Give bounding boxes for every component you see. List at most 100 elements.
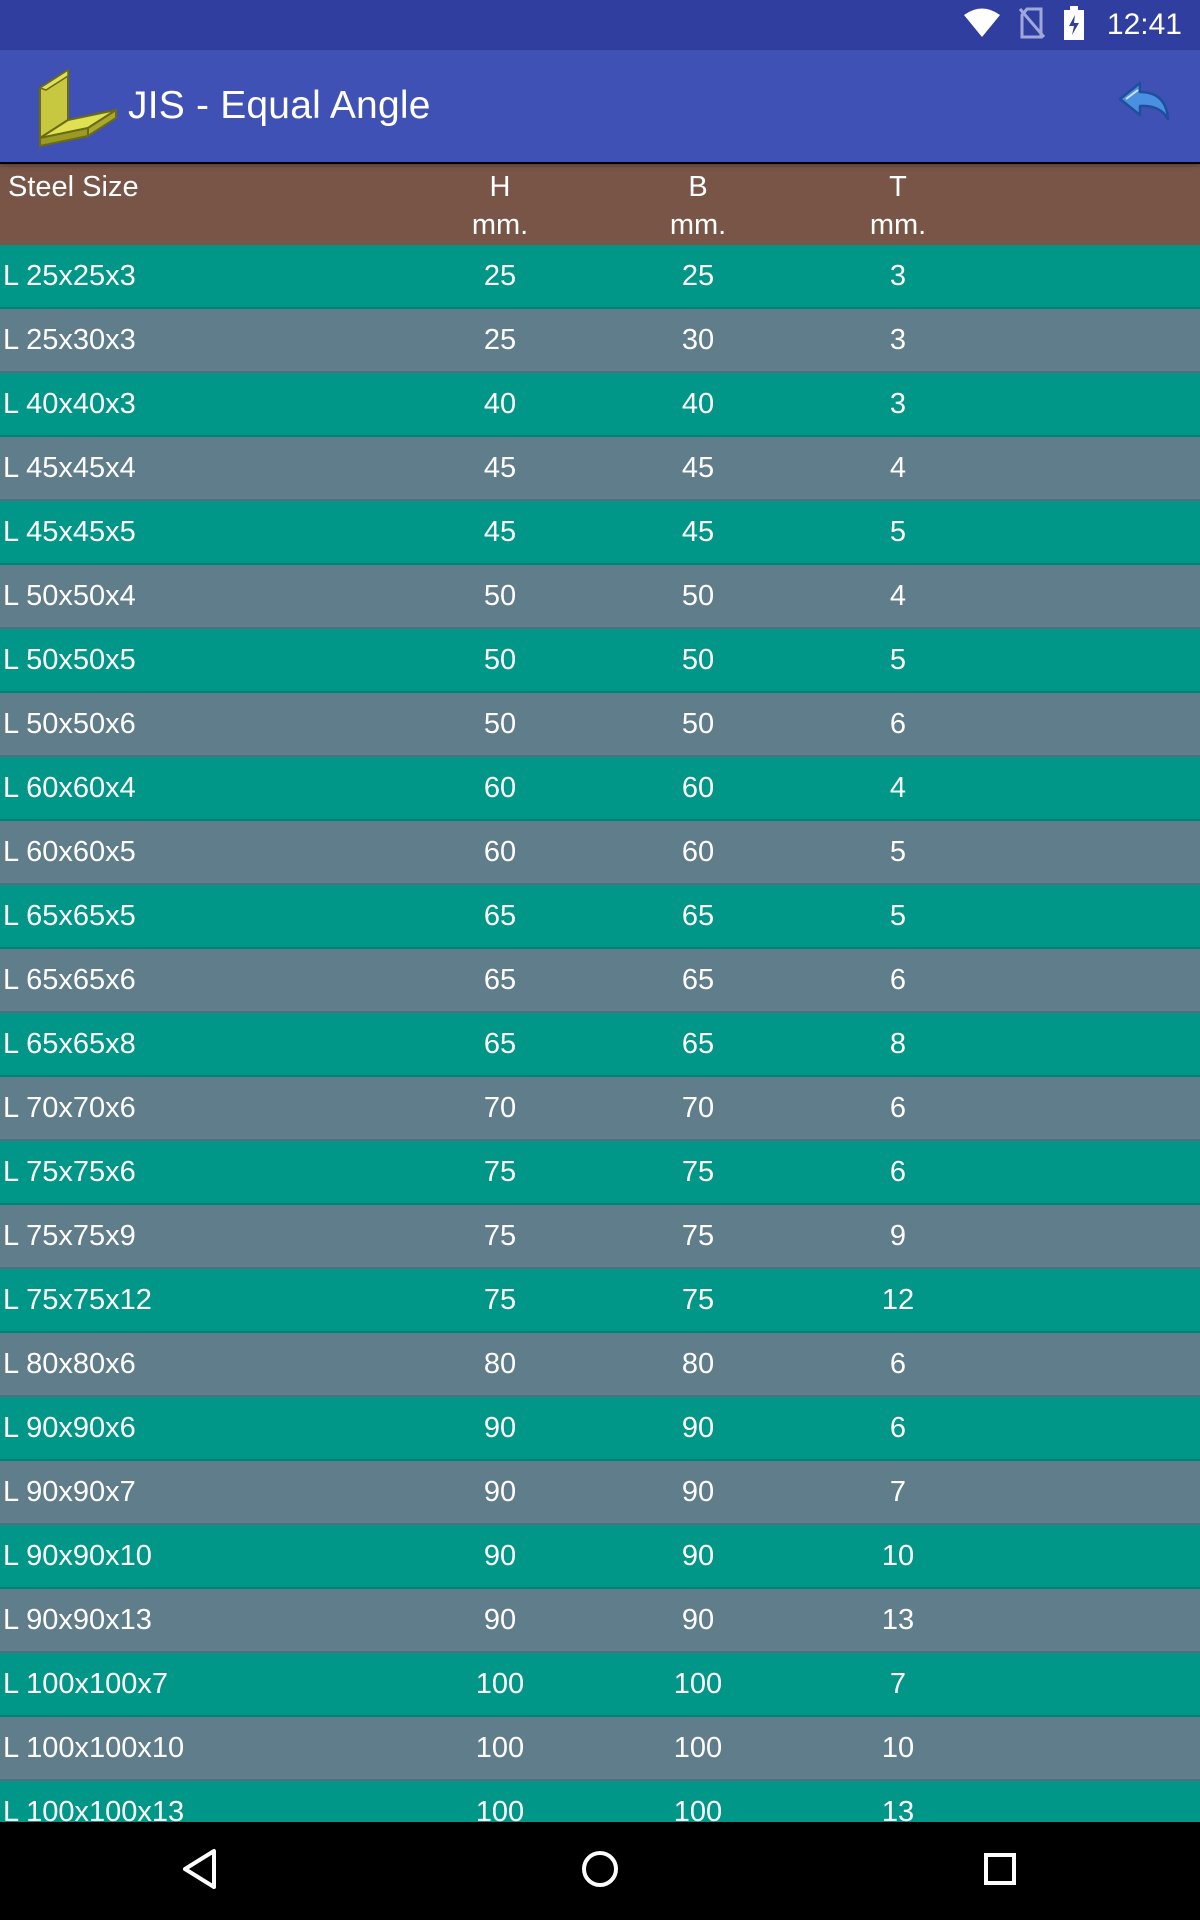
table-row[interactable]: L 90x90x13 90 90 13	[0, 1589, 1200, 1653]
table-row[interactable]: L 100x100x7 100 100 7	[0, 1653, 1200, 1717]
table-row[interactable]: L 50x50x4 50 50 4	[0, 565, 1200, 629]
table-row[interactable]: L 25x30x3 25 30 3	[0, 309, 1200, 373]
cell-b: 65	[681, 1028, 715, 1060]
cell-steel-size: L 75x75x6	[3, 1156, 136, 1188]
cell-h: 50	[483, 708, 517, 740]
cell-steel-size: L 70x70x6	[3, 1092, 136, 1124]
cell-h: 75	[483, 1220, 517, 1252]
cell-t: 3	[889, 388, 907, 420]
cell-h: 65	[483, 964, 517, 996]
cell-h: 90	[483, 1476, 517, 1508]
cell-t: 4	[889, 580, 907, 612]
status-bar: 12:41	[0, 0, 1200, 50]
cell-t: 6	[889, 1412, 907, 1444]
table-row[interactable]: L 50x50x6 50 50 6	[0, 693, 1200, 757]
nav-home-button[interactable]	[560, 1831, 640, 1911]
cell-b: 65	[681, 964, 715, 996]
cell-t: 13	[881, 1604, 915, 1636]
cell-steel-size: L 50x50x5	[3, 644, 136, 676]
undo-button[interactable]	[1114, 76, 1174, 136]
cell-b: 50	[681, 644, 715, 676]
table-body[interactable]: L 25x25x3 25 25 3 L 25x30x3 25 30 3 L 40x40x3 40 4…	[0, 245, 1200, 1822]
cell-t: 9	[889, 1220, 907, 1252]
cell-h: 65	[483, 900, 517, 932]
cell-steel-size: L 50x50x4	[3, 580, 136, 612]
cell-t: 4	[889, 772, 907, 804]
cell-b: 75	[681, 1156, 715, 1188]
table-row[interactable]: L 75x75x6 75 75 6	[0, 1141, 1200, 1205]
cell-b: 50	[681, 708, 715, 740]
cell-t: 3	[889, 260, 907, 292]
cell-t: 6	[889, 1092, 907, 1124]
table-row[interactable]: L 60x60x5 60 60 5	[0, 821, 1200, 885]
table-header: Steel Size Hmm. Bmm. Tmm.	[0, 164, 1200, 245]
cell-t: 5	[889, 836, 907, 868]
cell-t: 5	[889, 900, 907, 932]
status-icons: 12:41	[963, 5, 1182, 45]
nav-recents-button[interactable]	[960, 1831, 1040, 1911]
table-row[interactable]: L 70x70x6 70 70 6	[0, 1077, 1200, 1141]
cell-b: 90	[681, 1412, 715, 1444]
cell-t: 7	[889, 1668, 907, 1700]
cell-h: 25	[483, 260, 517, 292]
cell-t: 5	[889, 644, 907, 676]
table-row[interactable]: L 25x25x3 25 25 3	[0, 245, 1200, 309]
recents-square-icon	[982, 1851, 1018, 1892]
steel-angle-icon	[30, 58, 126, 154]
wifi-icon	[963, 8, 1001, 43]
table-row[interactable]: L 100x100x13 100 100 13	[0, 1781, 1200, 1822]
page-title: JIS - Equal Angle	[128, 84, 431, 127]
cell-t: 6	[889, 964, 907, 996]
table-row[interactable]: L 60x60x4 60 60 4	[0, 757, 1200, 821]
cell-b: 90	[681, 1604, 715, 1636]
cell-steel-size: L 60x60x4	[3, 772, 136, 804]
cell-steel-size: L 45x45x4	[3, 452, 136, 484]
cell-b: 100	[673, 1732, 723, 1764]
table-row[interactable]: L 45x45x5 45 45 5	[0, 501, 1200, 565]
cell-steel-size: L 65x65x8	[3, 1028, 136, 1060]
table-row[interactable]: L 45x45x4 45 45 4	[0, 437, 1200, 501]
cell-b: 45	[681, 516, 715, 548]
battery-charging-icon	[1063, 5, 1085, 45]
table-row[interactable]: L 40x40x3 40 40 3	[0, 373, 1200, 437]
cell-steel-size: L 65x65x5	[3, 900, 136, 932]
table-row[interactable]: L 90x90x7 90 90 7	[0, 1461, 1200, 1525]
cell-h: 100	[475, 1796, 525, 1822]
table-row[interactable]: L 100x100x10 100 100 10	[0, 1717, 1200, 1781]
table-row[interactable]: L 50x50x5 50 50 5	[0, 629, 1200, 693]
table-row[interactable]: L 90x90x6 90 90 6	[0, 1397, 1200, 1461]
cell-h: 65	[483, 1028, 517, 1060]
undo-arrow-icon	[1116, 79, 1172, 134]
cell-steel-size: L 90x90x13	[3, 1604, 152, 1636]
cell-b: 60	[681, 772, 715, 804]
cell-h: 60	[483, 836, 517, 868]
table-row[interactable]: L 65x65x6 65 65 6	[0, 949, 1200, 1013]
cell-t: 12	[881, 1284, 915, 1316]
table-row[interactable]: L 65x65x5 65 65 5	[0, 885, 1200, 949]
table-row[interactable]: L 65x65x8 65 65 8	[0, 1013, 1200, 1077]
header-t: Tmm.	[869, 171, 927, 241]
cell-t: 4	[889, 452, 907, 484]
home-circle-icon	[580, 1849, 620, 1894]
cell-b: 100	[673, 1668, 723, 1700]
cell-t: 6	[889, 708, 907, 740]
cell-b: 75	[681, 1284, 715, 1316]
table-row[interactable]: L 75x75x12 75 75 12	[0, 1269, 1200, 1333]
status-time: 12:41	[1106, 8, 1182, 41]
cell-h: 90	[483, 1412, 517, 1444]
cell-steel-size: L 80x80x6	[3, 1348, 136, 1380]
cell-steel-size: L 60x60x5	[3, 836, 136, 868]
nav-back-button[interactable]	[160, 1831, 240, 1911]
table-row[interactable]: L 75x75x9 75 75 9	[0, 1205, 1200, 1269]
cell-b: 65	[681, 900, 715, 932]
cell-b: 75	[681, 1220, 715, 1252]
cell-steel-size: L 25x30x3	[3, 324, 136, 356]
cell-t: 10	[881, 1540, 915, 1572]
table-row[interactable]: L 90x90x10 90 90 10	[0, 1525, 1200, 1589]
table-row[interactable]: L 80x80x6 80 80 6	[0, 1333, 1200, 1397]
cell-b: 60	[681, 836, 715, 868]
header-h: Hmm.	[471, 171, 529, 241]
cell-b: 50	[681, 580, 715, 612]
cell-t: 5	[889, 516, 907, 548]
cell-h: 45	[483, 452, 517, 484]
